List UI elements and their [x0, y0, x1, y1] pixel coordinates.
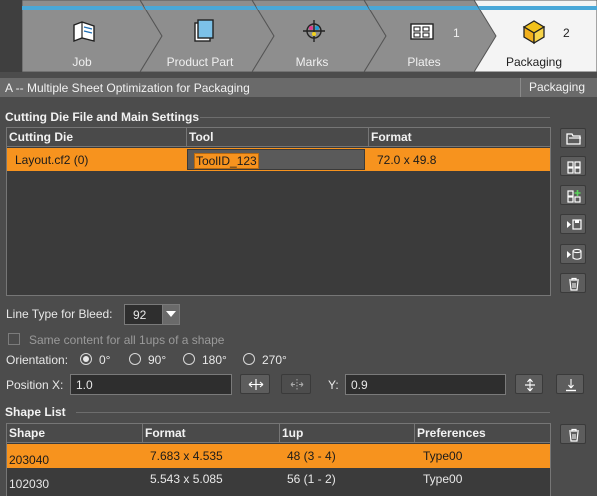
tool-id-selected-text: ToolID_123 — [194, 153, 259, 169]
column-header-preferences[interactable]: Preferences — [415, 424, 550, 443]
orientation-radio-180[interactable] — [183, 353, 195, 365]
column-header-tool[interactable]: Tool — [187, 128, 369, 147]
orientation-radio-0[interactable] — [80, 353, 92, 365]
align-bottom-icon — [566, 379, 576, 392]
import-die-icon — [567, 248, 582, 260]
column-header-cutting-die[interactable]: Cutting Die — [7, 128, 187, 147]
tab-packaging[interactable]: 2 Packaging — [474, 0, 597, 72]
cutting-die-row[interactable]: Layout.cf2 (0) ToolID_123 72.0 x 49.8 — [7, 148, 550, 171]
center-vertical-button[interactable] — [515, 374, 543, 394]
chevron-down-icon — [166, 311, 176, 317]
center-horizontal-button[interactable] — [240, 374, 270, 394]
cutting-die-section-title: Cutting Die File and Main Settings — [5, 110, 200, 124]
shape-preferences-cell: Type00 — [423, 449, 463, 463]
bleed-line-type-value: 92 — [133, 308, 147, 322]
shape-format-cell: 7.683 x 4.535 — [150, 449, 223, 463]
shape-1up-cell: 48 (3 - 4) — [287, 449, 336, 463]
same-content-checkbox[interactable] — [8, 333, 20, 345]
shape-format-cell: 5.543 x 5.085 — [150, 472, 223, 486]
export-cutting-die-button[interactable] — [560, 214, 586, 234]
position-x-label: Position X: — [6, 378, 64, 392]
tab-job-label: Job — [72, 55, 92, 69]
column-header-shape[interactable]: Shape — [7, 424, 143, 443]
bleed-line-type-label: Line Type for Bleed: — [6, 307, 113, 321]
shape-list-section-title: Shape List — [5, 405, 66, 419]
orientation-option-90-label: 90° — [148, 353, 167, 367]
delete-icon — [569, 428, 579, 442]
shape-1up-cell: 56 (1 - 2) — [287, 472, 336, 486]
mirror-horizontal-icon — [290, 379, 304, 390]
shape-list-table[interactable]: Shape Format 1up Preferences 203040 7.68… — [6, 423, 551, 496]
shape-link-icon — [567, 161, 581, 174]
cutting-die-table-header: Cutting Die Tool Format — [7, 128, 550, 147]
cutting-die-section-rule — [200, 117, 550, 118]
tab-product-part-label: Product Part — [166, 55, 234, 69]
tab-packaging-label: Packaging — [505, 55, 563, 69]
plates-icon — [410, 23, 434, 40]
shape-list-table-header: Shape Format 1up Preferences — [7, 424, 550, 443]
bleed-line-type-select[interactable]: 92 — [124, 304, 180, 325]
cutting-die-cell: Layout.cf2 (0) — [15, 153, 89, 167]
align-bottom-button[interactable] — [556, 374, 584, 394]
same-content-label: Same content for all 1ups of a shape — [29, 333, 225, 347]
mirror-horizontal-button[interactable] — [281, 374, 311, 394]
orientation-radio-90[interactable] — [129, 353, 141, 365]
format-cell: 72.0 x 49.8 — [377, 153, 437, 167]
shape-row[interactable]: 102030 5.543 x 5.085 56 (1 - 2) Type00 — [7, 469, 550, 493]
bleed-dropdown-button[interactable] — [162, 305, 179, 324]
window-title: A -- Multiple Sheet Optimization for Pac… — [5, 81, 250, 95]
cutting-die-table[interactable]: Cutting Die Tool Format Layout.cf2 (0) T… — [6, 127, 551, 296]
open-file-icon — [566, 133, 581, 145]
tab-plates-label: Plates — [407, 55, 441, 69]
shape-row[interactable]: 203040 7.683 x 4.535 48 (3 - 4) Type00 — [7, 444, 550, 468]
orientation-option-180-label: 180° — [202, 353, 227, 367]
delete-cutting-die-button[interactable] — [560, 273, 586, 293]
context-label: Packaging — [519, 78, 597, 97]
tab-strip-left-gutter — [0, 0, 22, 72]
tool-id-edit-field[interactable]: ToolID_123 — [187, 149, 365, 170]
export-die-icon — [567, 219, 582, 230]
position-x-input[interactable]: 1.0 — [70, 374, 232, 395]
link-shape-button[interactable] — [560, 156, 586, 176]
orientation-radio-270[interactable] — [243, 353, 255, 365]
open-cutting-die-button[interactable] — [560, 128, 586, 148]
position-y-label: Y: — [328, 378, 339, 392]
orientation-option-270-label: 270° — [262, 353, 287, 367]
import-cutting-die-button[interactable] — [560, 244, 586, 264]
delete-shape-button[interactable] — [560, 424, 586, 444]
orientation-option-0-label: 0° — [99, 353, 111, 367]
position-x-value: 1.0 — [76, 378, 93, 392]
column-header-format[interactable]: Format — [369, 128, 550, 147]
marks-crosshair-icon — [303, 20, 325, 42]
job-folder-icon — [73, 21, 95, 43]
shape-add-icon — [567, 190, 581, 203]
shape-list-section-rule — [76, 412, 550, 413]
shape-cell: 203040 — [9, 453, 50, 467]
tab-plates-badge: 1 — [453, 26, 460, 40]
column-header-1up[interactable]: 1up — [280, 424, 415, 443]
orientation-label: Orientation: — [6, 353, 69, 367]
workflow-tab-strip: Job Product Part Marks 1 Plates 2 Packag… — [0, 0, 597, 72]
product-part-icon — [194, 19, 214, 42]
window-title-bar: A -- Multiple Sheet Optimization for Pac… — [0, 78, 597, 97]
position-y-input[interactable]: 0.9 — [345, 374, 506, 395]
position-y-value: 0.9 — [351, 378, 368, 392]
column-header-shape-format[interactable]: Format — [143, 424, 280, 443]
shape-preferences-cell: Type00 — [423, 472, 463, 486]
delete-icon — [569, 277, 579, 291]
packaging-icon — [522, 20, 546, 45]
tab-packaging-badge: 2 — [563, 26, 570, 40]
center-vertical-icon — [525, 378, 535, 392]
tab-marks-label: Marks — [295, 55, 329, 69]
add-shape-button[interactable] — [560, 185, 586, 205]
shape-cell: 102030 — [9, 477, 50, 491]
center-horizontal-icon — [248, 379, 264, 390]
